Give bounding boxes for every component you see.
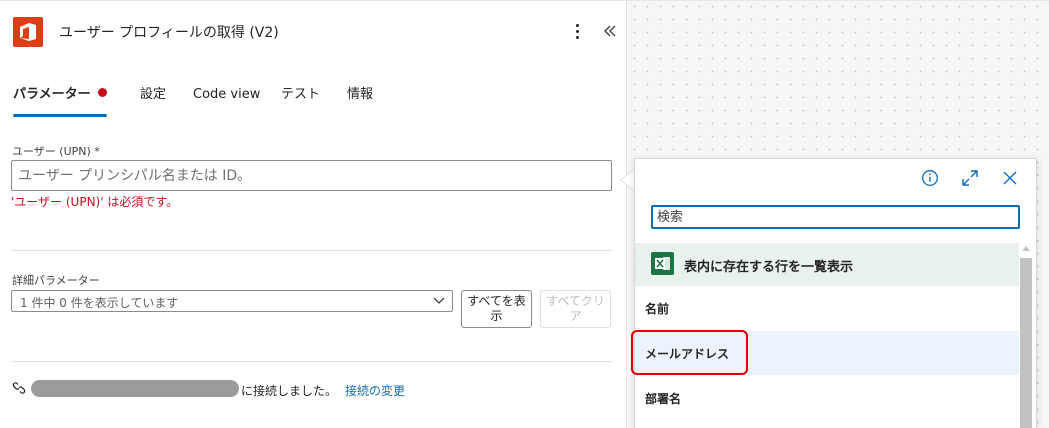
tab-settings[interactable]: 設定 bbox=[140, 84, 166, 118]
top-border bbox=[0, 0, 1049, 1]
tab-code-view[interactable]: Code view bbox=[193, 84, 260, 118]
list-item-label: 部署名 bbox=[645, 392, 682, 406]
connection-status: に接続しました。 bbox=[241, 384, 338, 398]
upn-error-message: 'ユーザー (UPN)' は必須です。 bbox=[11, 195, 179, 209]
list-item-email[interactable]: メールアドレス bbox=[635, 331, 1019, 375]
chevron-down-icon bbox=[433, 297, 445, 304]
popup-scrollbar[interactable] bbox=[1019, 242, 1033, 428]
divider bbox=[11, 250, 612, 251]
tab-bar: パラメーター 設定 Code view テスト 情報 bbox=[13, 84, 613, 118]
connection-row: に接続しました。 接続の変更 bbox=[12, 378, 612, 400]
expand-icon[interactable] bbox=[961, 169, 979, 187]
list-item-department[interactable]: 部署名 bbox=[635, 376, 1019, 420]
excel-action-group[interactable]: 表内に存在する行を一覧表示 bbox=[635, 243, 1019, 286]
tab-parameters-label: パラメーター bbox=[13, 87, 91, 102]
link-icon bbox=[12, 382, 26, 394]
excel-action-group-label: 表内に存在する行を一覧表示 bbox=[684, 260, 854, 275]
advanced-params-label: 詳細パラメーター bbox=[12, 274, 100, 287]
action-details-panel: ユーザー プロフィールの取得 (V2) パラメーター 設定 Code view … bbox=[0, 0, 627, 428]
scrollbar-thumb[interactable] bbox=[1020, 258, 1032, 428]
collapse-panel-icon[interactable] bbox=[600, 20, 620, 42]
scroll-up-arrow-icon[interactable] bbox=[1022, 245, 1030, 251]
excel-icon bbox=[651, 252, 674, 275]
close-icon[interactable] bbox=[1001, 169, 1019, 187]
panel-header: ユーザー プロフィールの取得 (V2) bbox=[0, 0, 627, 64]
upn-field-label: ユーザー (UPN) * bbox=[12, 145, 100, 158]
redacted-account bbox=[31, 380, 239, 397]
dynamic-content-search-input[interactable] bbox=[651, 205, 1020, 229]
popup-pointer bbox=[621, 170, 634, 190]
advanced-params-value: 1 件中 0 件を表示しています bbox=[20, 296, 179, 310]
list-item-name[interactable]: 名前 bbox=[635, 286, 1019, 330]
change-connection-link[interactable]: 接続の変更 bbox=[345, 382, 405, 399]
tab-info[interactable]: 情報 bbox=[347, 84, 373, 118]
office-logo-icon bbox=[13, 17, 43, 47]
show-all-button[interactable]: すべてを表示 bbox=[461, 290, 532, 328]
info-icon[interactable] bbox=[921, 169, 939, 187]
clear-all-button[interactable]: すべてクリア bbox=[540, 290, 611, 328]
list-item-label: メールアドレス bbox=[645, 347, 730, 361]
advanced-params-select[interactable]: 1 件中 0 件を表示しています bbox=[11, 290, 453, 312]
dynamic-content-popup: 表内に存在する行を一覧表示 名前 メールアドレス 部署名 bbox=[634, 158, 1037, 428]
tab-parameters[interactable]: パラメーター bbox=[13, 84, 107, 118]
tab-test[interactable]: テスト bbox=[281, 84, 320, 118]
upn-input[interactable] bbox=[11, 160, 612, 191]
required-indicator bbox=[97, 88, 107, 97]
divider bbox=[11, 361, 612, 362]
dynamic-content-list: 表内に存在する行を一覧表示 名前 メールアドレス 部署名 bbox=[635, 243, 1019, 428]
list-item-label: 名前 bbox=[645, 302, 670, 316]
more-options-icon[interactable] bbox=[568, 20, 586, 42]
panel-title: ユーザー プロフィールの取得 (V2) bbox=[59, 25, 279, 41]
